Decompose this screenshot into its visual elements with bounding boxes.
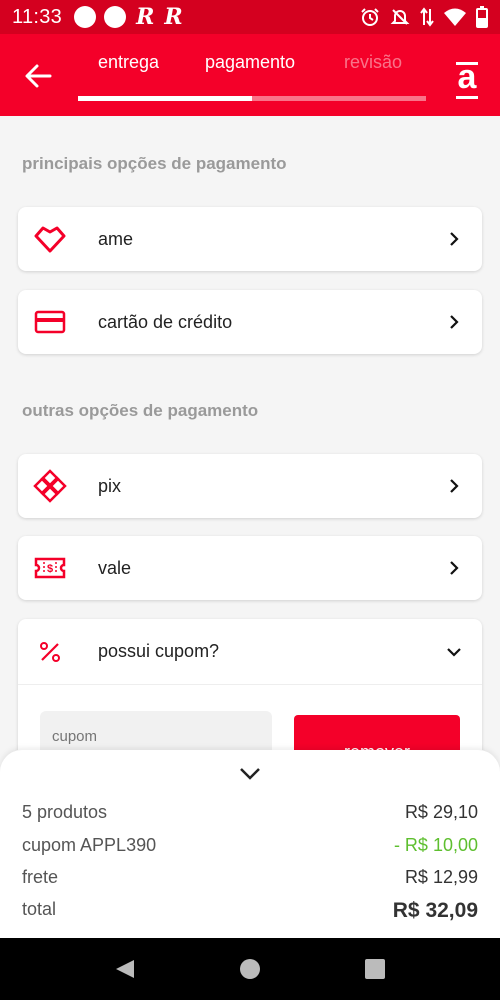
step-payment[interactable]: pagamento: [205, 52, 295, 73]
notification-dot-icon: [74, 6, 97, 28]
payment-option-label: vale: [98, 557, 132, 578]
chevron-down-icon[interactable]: [238, 764, 262, 784]
summary-label: 5 produtos: [22, 802, 108, 822]
chevron-right-icon: [450, 561, 459, 575]
battery-icon: [476, 6, 488, 28]
credit-card-icon: [30, 302, 70, 342]
sync-icon: [420, 7, 434, 27]
section-title-other: outras opções de pagamento: [22, 401, 259, 420]
back-arrow-icon[interactable]: [22, 60, 54, 92]
summary-row-products: 5 produtos R$ 29,10: [22, 802, 478, 823]
brand-logo: a: [452, 60, 482, 102]
summary-row-total: total R$ 32,09: [22, 899, 478, 923]
coupon-input[interactable]: [40, 711, 272, 750]
heart-icon: [30, 219, 70, 259]
summary-row-coupon: cupom APPL390 - R$ 10,00: [22, 835, 478, 856]
voucher-icon: $: [30, 548, 70, 588]
chevron-down-icon: [447, 647, 461, 657]
mute-icon: [390, 9, 410, 25]
payment-option-vale[interactable]: $ vale: [18, 536, 482, 600]
checkout-progress-fill: [78, 96, 252, 101]
percent-icon: [30, 632, 70, 672]
summary-label: total: [22, 899, 57, 919]
pix-icon: [30, 466, 70, 506]
summary-row-shipping: frete R$ 12,99: [22, 867, 478, 888]
payment-option-ame[interactable]: ame: [18, 207, 482, 271]
alarm-icon: [361, 8, 379, 26]
step-review: revisão: [344, 52, 403, 72]
checkout-header: entrega pagamento revisão a: [0, 34, 500, 116]
wifi-icon: [444, 8, 466, 26]
coupon-toggle[interactable]: possui cupom?: [18, 619, 482, 685]
checkout-steps: entrega pagamento revisão: [78, 34, 426, 116]
order-summary: 5 produtos R$ 29,10 cupom APPL390 - R$ 1…: [0, 750, 500, 938]
payment-option-pix[interactable]: pix: [18, 454, 482, 518]
payment-option-label: cartão de crédito: [98, 311, 233, 332]
summary-value: R$ 12,99: [404, 867, 478, 887]
notification-dot-icon: [104, 6, 127, 28]
summary-label: frete: [22, 867, 59, 887]
coupon-question: possui cupom?: [98, 641, 220, 661]
payment-option-label: pix: [98, 475, 122, 496]
nav-recents-icon[interactable]: [364, 958, 386, 980]
app-notification-icon: R: [164, 4, 183, 30]
summary-value: R$ 29,10: [404, 802, 478, 822]
summary-value: - R$ 10,00: [393, 835, 478, 855]
section-title-main: principais opções de pagamento: [22, 154, 287, 173]
system-nav-bar: [0, 938, 500, 1000]
nav-home-icon[interactable]: [239, 958, 261, 980]
app-notification-icon: R: [136, 4, 155, 30]
remove-coupon-button[interactable]: remover: [294, 715, 460, 750]
summary-total-value: R$ 32,09: [392, 899, 478, 922]
chevron-right-icon: [450, 232, 459, 246]
chevron-right-icon: [450, 479, 459, 493]
checkout-progress-bar: [78, 96, 426, 101]
payment-options-content: principais opções de pagamento ame cartã…: [0, 116, 500, 750]
coupon-card: possui cupom? remover: [18, 619, 482, 750]
nav-back-icon[interactable]: [114, 958, 136, 980]
summary-label: cupom APPL390: [22, 835, 157, 855]
svg-text:$: $: [47, 563, 53, 575]
payment-option-label: ame: [98, 228, 134, 249]
step-delivery[interactable]: entrega: [98, 52, 159, 73]
status-time: 11:33: [12, 5, 63, 28]
payment-option-credit-card[interactable]: cartão de crédito: [18, 290, 482, 354]
chevron-right-icon: [450, 315, 459, 329]
status-bar: 11:33 R R: [0, 0, 500, 34]
